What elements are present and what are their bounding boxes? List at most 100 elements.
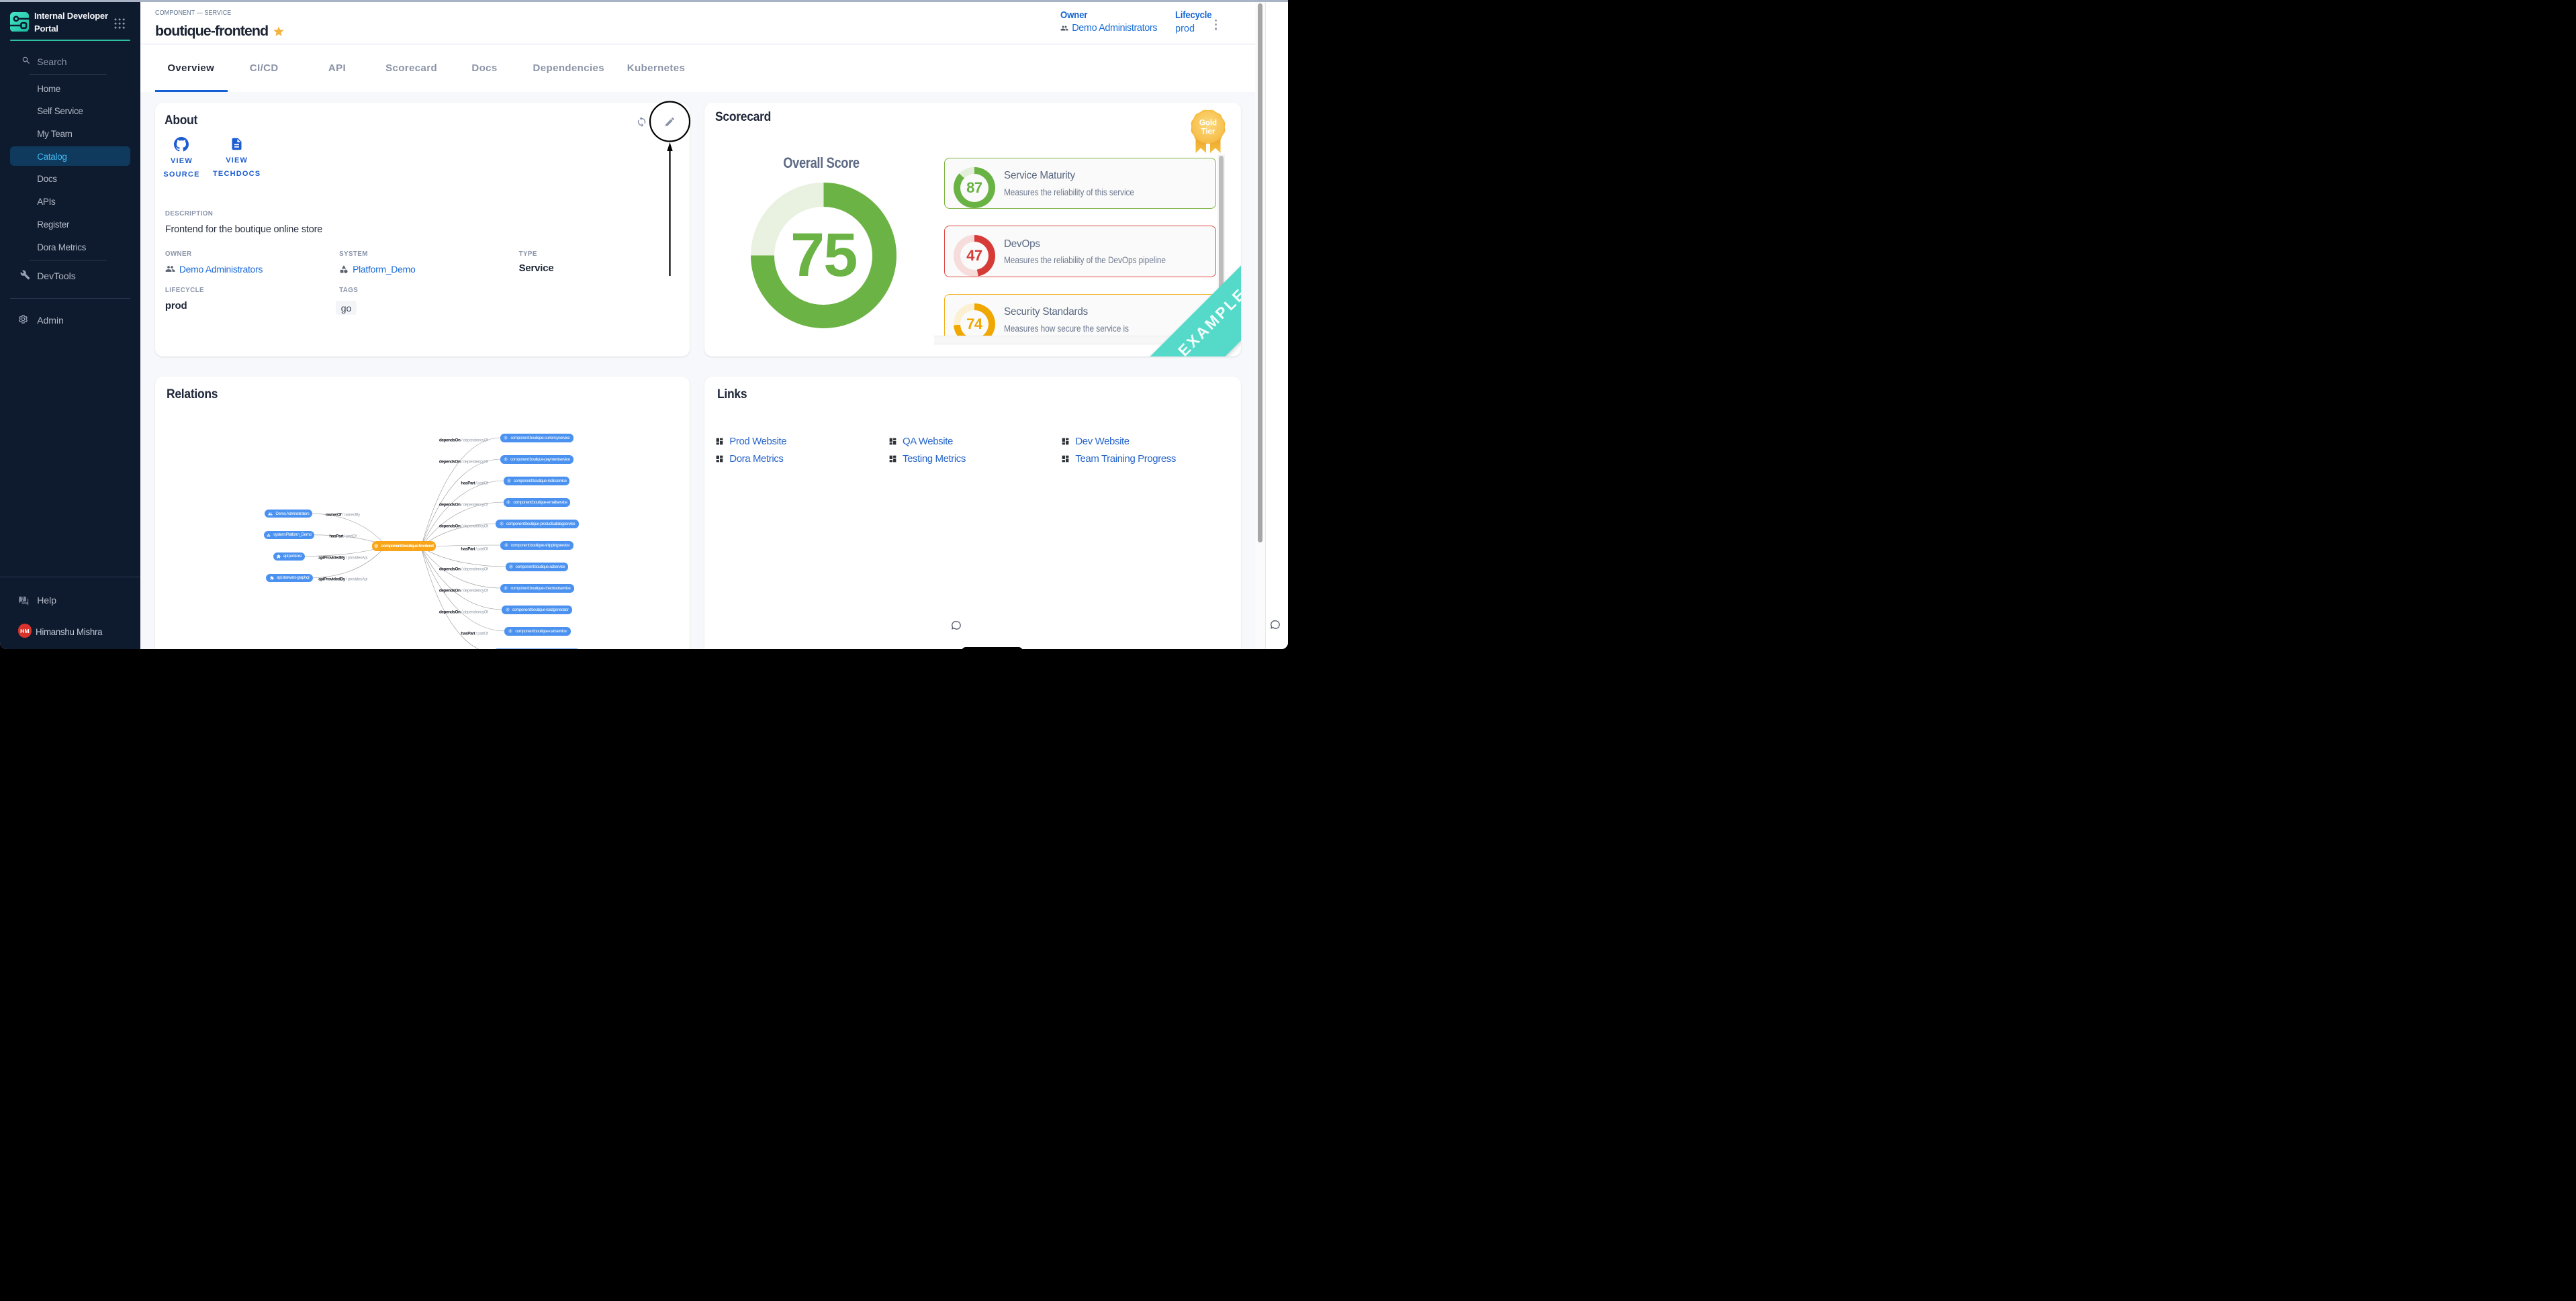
breadcrumb: COMPONENT — SERVICE <box>155 9 231 17</box>
sidebar-item-apis[interactable]: APIs <box>37 197 55 207</box>
owner-value[interactable]: Demo Administrators <box>1072 23 1157 34</box>
chat-bubble-icon[interactable] <box>951 620 962 631</box>
graph-node-loadgenerator[interactable]: component:boutique-loadgenerator <box>502 606 571 614</box>
component-gear-icon <box>508 629 512 633</box>
graph-node-api-starwars-graphql[interactable]: api:starwars-graphql <box>266 574 314 582</box>
edge-label: hasPart / partOf <box>461 632 488 636</box>
help-chat-icon <box>18 595 30 606</box>
app-logo-icon <box>10 12 29 32</box>
sidebar-item-home[interactable]: Home <box>37 84 60 94</box>
system-field-link[interactable]: Platform_Demo <box>339 264 415 275</box>
badge-line1: Gold <box>1199 119 1217 127</box>
owner-field-value[interactable]: Demo Administrators <box>179 264 263 275</box>
user-avatar[interactable]: HM <box>18 624 32 638</box>
tab-cicd[interactable]: CI/CD <box>250 62 279 74</box>
metric-card-service-maturity[interactable]: 87 Service Maturity Measures the reliabi… <box>944 158 1216 209</box>
graph-node-api-petstore[interactable]: api:petstore <box>273 552 305 561</box>
group-icon <box>268 512 273 516</box>
component-gear-icon <box>504 543 508 547</box>
badge-line2: Tier <box>1201 128 1215 136</box>
link-qa-website[interactable]: QA Website <box>888 436 953 447</box>
overall-score-value: 75 <box>790 220 856 291</box>
graph-node-adservice[interactable]: component:boutique-adservice <box>506 563 568 571</box>
tag-chip[interactable]: go <box>336 301 357 315</box>
owner-link[interactable]: Demo Administrators <box>1060 23 1157 34</box>
edge-label: hasPart / partOf <box>461 546 488 551</box>
link-dora-metrics[interactable]: Dora Metrics <box>715 453 783 465</box>
more-menu-icon[interactable] <box>1213 19 1217 30</box>
tab-scorecard[interactable]: Scorecard <box>385 62 437 74</box>
view-source-line1: VIEW <box>161 157 201 165</box>
owner-field-link[interactable]: Demo Administrators <box>165 264 263 275</box>
view-source-button[interactable]: VIEW SOURCE <box>161 137 201 179</box>
component-gear-icon <box>500 522 504 526</box>
refresh-icon[interactable] <box>636 116 647 128</box>
graph-node-boutique-frontend[interactable]: component:boutique-frontend <box>372 541 436 551</box>
sidebar-item-docs[interactable]: Docs <box>37 174 57 184</box>
tab-api[interactable]: API <box>328 62 346 74</box>
chat-bubble-icon[interactable] <box>1270 619 1281 630</box>
page-scrollbar-thumb[interactable] <box>1258 3 1262 542</box>
view-techdocs-button[interactable]: VIEW TECHDOCS <box>210 137 264 179</box>
lifecycle-label: Lifecycle <box>1175 9 1211 21</box>
graph-node-emailservice[interactable]: component:boutique-emailservice <box>504 498 571 507</box>
edge-label: dependsOn / dependencyOf <box>439 460 488 465</box>
edge-label: ownerOf / ownedBy <box>326 513 360 518</box>
tab-overview[interactable]: Overview <box>167 62 214 74</box>
component-gear-icon <box>506 608 510 612</box>
graph-node-cartservice[interactable]: component:boutique-cartservice <box>504 627 571 636</box>
link-team-training-progress[interactable]: Team Training Progress <box>1061 453 1176 465</box>
search-input[interactable]: Search <box>37 56 66 67</box>
lifecycle-field-value: prod <box>165 300 187 311</box>
sidebar-item-dora-metrics[interactable]: Dora Metrics <box>37 242 86 252</box>
edge-label: hasPart / partOf <box>329 534 356 539</box>
graph-node-currencyservice[interactable]: component:boutique-currencyservice <box>500 434 573 442</box>
sidebar-item-register[interactable]: Register <box>37 220 69 230</box>
sidebar-item-catalog[interactable]: Catalog <box>37 152 66 162</box>
edit-pencil-icon[interactable] <box>664 116 676 128</box>
sidebar-item-my-team[interactable]: My Team <box>37 129 72 139</box>
graph-node-shippingservice[interactable]: component:boutique-shippingservice <box>500 541 573 550</box>
user-name[interactable]: Himanshu Mishra <box>36 626 102 637</box>
graph-node-system-platform-demo[interactable]: system:Platform_Demo <box>264 531 314 539</box>
metric-card-devops[interactable]: 47 DevOps Measures the reliability of th… <box>944 226 1216 277</box>
owner-field-label: OWNER <box>165 250 192 258</box>
sidebar-search[interactable]: Search <box>0 54 140 70</box>
metric-name: Security Standards <box>1004 306 1088 318</box>
metric-description: Measures the reliability of this service <box>1004 187 1134 197</box>
sidebar-item-self-service[interactable]: Self Service <box>37 106 83 116</box>
sidebar-divider <box>10 298 130 299</box>
description-value: Frontend for the boutique online store <box>165 224 322 235</box>
metric-donut: 47 <box>954 235 995 277</box>
link-prod-website[interactable]: Prod Website <box>715 436 786 447</box>
metric-description: Measures how secure the service is <box>1004 324 1129 334</box>
tab-docs[interactable]: Docs <box>471 62 497 74</box>
dashboard-icon <box>888 454 897 463</box>
apps-grid-icon[interactable] <box>114 18 125 29</box>
main-area: COMPONENT — SERVICE boutique-frontend Ow… <box>140 2 1265 650</box>
dashboard-icon <box>888 437 897 446</box>
graph-node-paymentservice[interactable]: component:boutique-paymentservice <box>500 455 573 464</box>
metric-donut: 87 <box>954 167 995 209</box>
tab-dependencies[interactable]: Dependencies <box>533 62 605 74</box>
sidebar-item-label: DevTools <box>37 271 76 281</box>
favorite-star-icon[interactable] <box>273 26 285 38</box>
type-field-label: TYPE <box>519 250 537 258</box>
system-field-value[interactable]: Platform_Demo <box>353 264 415 275</box>
edge-label: dependsOn / dependencyOf <box>439 610 488 615</box>
tags-field-label: TAGS <box>339 287 358 294</box>
edge-label: apiProvidedBy / providesApi <box>318 577 367 582</box>
link-testing-metrics[interactable]: Testing Metrics <box>888 453 966 465</box>
link-dev-website[interactable]: Dev Website <box>1061 436 1129 447</box>
graph-node-checkoutservice[interactable]: component:boutique-checkoutservice <box>500 584 574 593</box>
edge-label: hasPart / partOf <box>461 481 488 486</box>
graph-node-productcatalogservice[interactable]: component:boutique-productcatalogservice <box>496 520 580 528</box>
document-icon <box>230 137 244 151</box>
graph-node-redisservice[interactable]: component:boutique-redisservice <box>504 477 569 485</box>
graph-node-demo-administrators[interactable]: Demo Administrators <box>265 510 312 518</box>
graph-node-recommendationservice[interactable]: component:boutique-recommendationservice <box>494 648 580 649</box>
tab-kubernetes[interactable]: Kubernetes <box>627 62 686 74</box>
page-title: boutique-frontend <box>155 23 268 40</box>
view-techdocs-line2: TECHDOCS <box>210 170 264 178</box>
group-icon <box>1060 26 1068 31</box>
